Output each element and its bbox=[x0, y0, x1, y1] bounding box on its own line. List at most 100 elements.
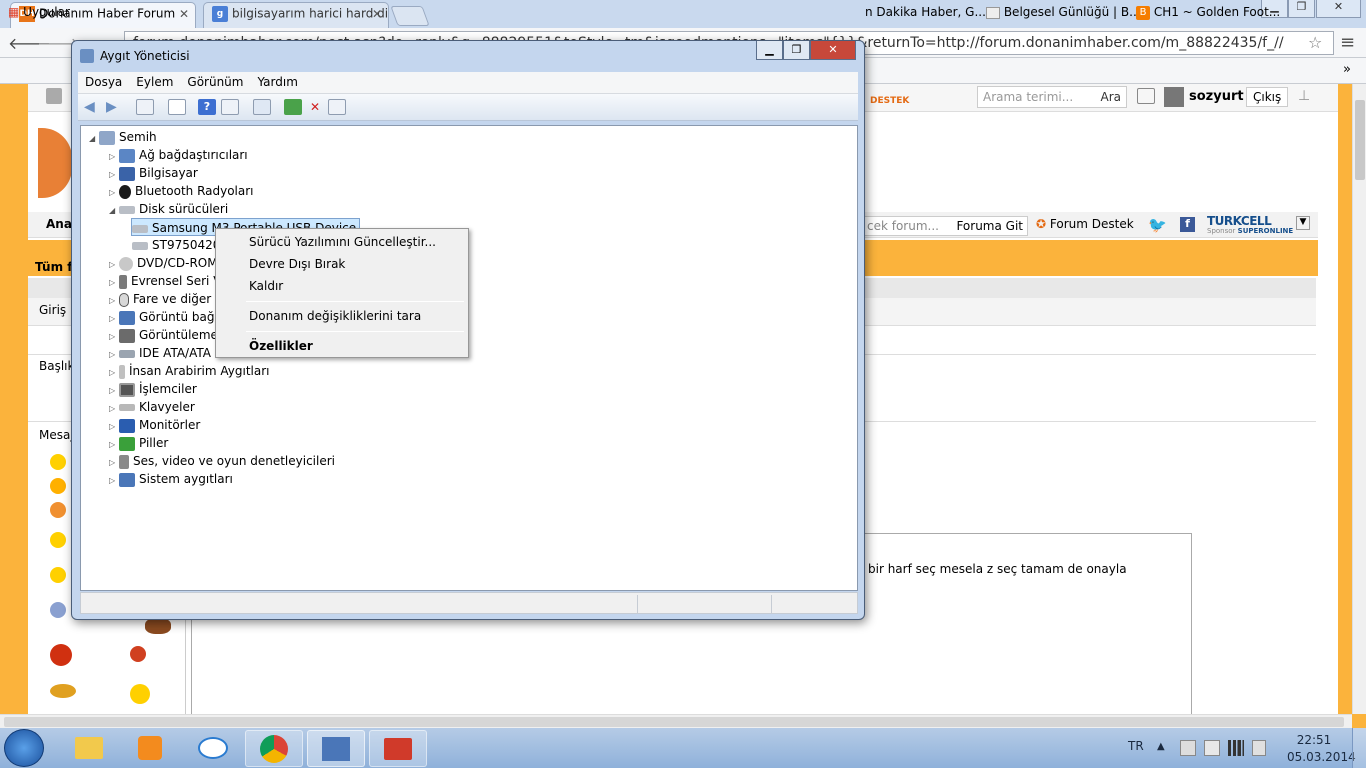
menu-item-properties[interactable]: Özellikler bbox=[249, 339, 313, 353]
collapse-arrow-icon[interactable]: ◢ bbox=[89, 130, 99, 148]
tree-item-bluetooth[interactable]: ▷ Bluetooth Radyoları bbox=[109, 182, 254, 200]
minimize-button[interactable]: ▁ bbox=[756, 41, 783, 60]
scan-hardware-icon[interactable] bbox=[253, 99, 271, 115]
username[interactable]: sozyurt bbox=[1189, 89, 1244, 104]
scroll-thumb[interactable] bbox=[1355, 100, 1365, 180]
show-hidden-icons[interactable]: ▲ bbox=[1157, 741, 1165, 752]
volume-icon[interactable] bbox=[1252, 740, 1266, 756]
maximize-button[interactable]: ❐ bbox=[783, 41, 810, 60]
taskbar-explorer[interactable] bbox=[60, 730, 118, 767]
smiley-icon[interactable] bbox=[50, 502, 66, 518]
tree-item-keyboards[interactable]: ▷ Klavyeler bbox=[109, 398, 195, 416]
safely-remove-icon[interactable] bbox=[1204, 740, 1220, 756]
taskbar-device-manager[interactable] bbox=[307, 730, 365, 767]
tree-item-display[interactable]: ▷ Görüntü bağd bbox=[109, 308, 222, 326]
close-button[interactable]: ✕ bbox=[810, 41, 856, 60]
smiley-icon[interactable] bbox=[130, 646, 146, 662]
scroll-thumb[interactable] bbox=[4, 717, 1344, 727]
cool-smiley-icon[interactable] bbox=[50, 532, 66, 548]
devil-smiley-icon[interactable] bbox=[50, 644, 72, 666]
apps-bookmark[interactable]: ▦ Uygular bbox=[8, 5, 70, 19]
tree-item-processors[interactable]: ▷ İşlemciler bbox=[109, 380, 197, 398]
more-bookmarks-icon[interactable]: » bbox=[1343, 62, 1351, 77]
chevron-down-icon[interactable]: ▼ bbox=[1296, 216, 1310, 230]
show-hide-console-tree-icon[interactable] bbox=[136, 99, 154, 115]
clock-date[interactable]: 05.03.2014 bbox=[1287, 750, 1356, 764]
tree-item-batteries[interactable]: ▷ Piller bbox=[109, 434, 168, 452]
nav-home[interactable]: Ana bbox=[46, 217, 72, 231]
show-desktop-button[interactable] bbox=[1352, 728, 1366, 768]
logout-button[interactable]: Çıkış bbox=[1246, 87, 1289, 107]
smiley-icon[interactable] bbox=[50, 602, 66, 618]
bookmark-dakika-haber[interactable]: n Dakika Haber, G... bbox=[865, 5, 986, 19]
menu-item-disable[interactable]: Devre Dışı Bırak bbox=[249, 257, 345, 271]
tree-item-mice[interactable]: ▷ Fare ve diğer bbox=[109, 290, 211, 308]
tree-item-disk-drives[interactable]: ◢ Disk sürücüleri bbox=[109, 200, 228, 218]
expand-arrow-icon[interactable]: ▷ bbox=[109, 472, 119, 490]
tree-item-computer[interactable]: ▷ Bilgisayar bbox=[109, 164, 198, 182]
star-bookmark-icon[interactable]: ☆ bbox=[1308, 33, 1322, 52]
page-vertical-scrollbar[interactable] bbox=[1352, 84, 1366, 714]
monitor-icon[interactable] bbox=[1137, 88, 1155, 104]
smiley-icon[interactable] bbox=[130, 684, 150, 704]
bookmark-belgesel[interactable]: Belgesel Günlüğü | B... bbox=[986, 5, 1141, 19]
menu-item-scan[interactable]: Donanım değişikliklerini tara bbox=[249, 309, 421, 323]
bookmark-ch1[interactable]: B CH1 ~ Golden Foot... bbox=[1136, 5, 1280, 20]
tree-item-sound[interactable]: ▷ Ses, video ve oyun denetleyicileri bbox=[109, 452, 335, 470]
forward-icon[interactable]: ▶ bbox=[106, 99, 124, 115]
clock-time[interactable]: 22:51 bbox=[1294, 733, 1334, 747]
menu-item-update-driver[interactable]: Sürücü Yazılımını Güncelleştir... bbox=[249, 235, 436, 249]
new-tab-button[interactable] bbox=[390, 6, 430, 26]
menu-view[interactable]: Görünüm bbox=[180, 72, 250, 92]
view-icon[interactable] bbox=[221, 99, 239, 115]
smiley-icon[interactable] bbox=[145, 618, 171, 634]
browser-maximize-button[interactable]: ❐ bbox=[1288, 0, 1315, 18]
tree-item-ide[interactable]: ▷ IDE ATA/ATA bbox=[109, 344, 211, 362]
tree-item-usb[interactable]: ▷ Evrensel Seri V bbox=[109, 272, 221, 290]
chrome-menu-icon[interactable]: ≡ bbox=[1340, 32, 1355, 53]
collapse-arrow-icon[interactable]: ◢ bbox=[109, 202, 119, 220]
forum-search-input[interactable]: Arama terimi... Ara bbox=[977, 86, 1127, 108]
twitter-icon[interactable]: 🐦 bbox=[1148, 216, 1167, 234]
tab-google-search[interactable]: g bilgisayarım harici hard di ✕ bbox=[203, 2, 389, 28]
taskbar-media-player[interactable] bbox=[121, 730, 179, 767]
smiley-icon[interactable] bbox=[50, 454, 66, 470]
tree-item-st9750420[interactable]: ST9750420 bbox=[132, 236, 220, 254]
tree-item-system[interactable]: ▷ Sistem aygıtları bbox=[109, 470, 233, 488]
tree-item-imaging[interactable]: ▷ Görüntüleme bbox=[109, 326, 218, 344]
properties-icon[interactable] bbox=[168, 99, 186, 115]
action-center-icon[interactable] bbox=[1180, 740, 1196, 756]
menu-help[interactable]: Yardım bbox=[250, 72, 304, 92]
smiley-icon[interactable] bbox=[50, 567, 66, 583]
tree-root[interactable]: ◢ Semih bbox=[89, 128, 157, 146]
language-indicator[interactable]: TR bbox=[1128, 739, 1144, 753]
menu-file[interactable]: Dosya bbox=[78, 72, 129, 92]
tree-item-dvd[interactable]: ▷ DVD/CD-ROM bbox=[109, 254, 218, 272]
tree-item-hid[interactable]: ▷ İnsan Arabirim Aygıtları bbox=[109, 362, 270, 380]
avatar[interactable] bbox=[1164, 87, 1184, 107]
back-icon[interactable]: ◀ bbox=[84, 99, 102, 115]
taskbar-dell[interactable] bbox=[184, 730, 242, 767]
close-tab-icon[interactable]: ✕ bbox=[179, 7, 189, 21]
forum-go-button[interactable]: Foruma Git bbox=[956, 219, 1023, 233]
forum-jump-input[interactable]: cek forum... Foruma Git bbox=[862, 216, 1028, 236]
browser-close-button[interactable]: ✕ bbox=[1316, 0, 1361, 18]
menu-item-uninstall[interactable]: Kaldır bbox=[249, 279, 283, 293]
page-horizontal-scrollbar[interactable] bbox=[0, 714, 1352, 728]
wifi-signal-icon[interactable] bbox=[1228, 740, 1244, 756]
menu-action[interactable]: Eylem bbox=[129, 72, 180, 92]
facebook-icon[interactable]: f bbox=[1180, 217, 1195, 232]
forum-support-link[interactable]: ✪ Forum Destek bbox=[1036, 217, 1134, 231]
pin-icon[interactable]: ⊥ bbox=[1298, 88, 1310, 104]
smiley-icon[interactable] bbox=[50, 478, 66, 494]
sombrero-smiley-icon[interactable] bbox=[50, 684, 76, 698]
start-orb-icon[interactable] bbox=[4, 729, 44, 767]
taskbar-chrome[interactable] bbox=[245, 730, 303, 767]
search-button[interactable]: Ara bbox=[1101, 90, 1122, 104]
close-tab-icon[interactable]: ✕ bbox=[372, 7, 382, 21]
tree-item-network[interactable]: ▷ Ağ bağdaştırıcıları bbox=[109, 146, 248, 164]
update-driver-icon[interactable] bbox=[284, 99, 302, 115]
disable-device-icon[interactable] bbox=[328, 99, 346, 115]
help-icon[interactable]: ? bbox=[198, 99, 216, 115]
taskbar-toolbox[interactable] bbox=[369, 730, 427, 767]
